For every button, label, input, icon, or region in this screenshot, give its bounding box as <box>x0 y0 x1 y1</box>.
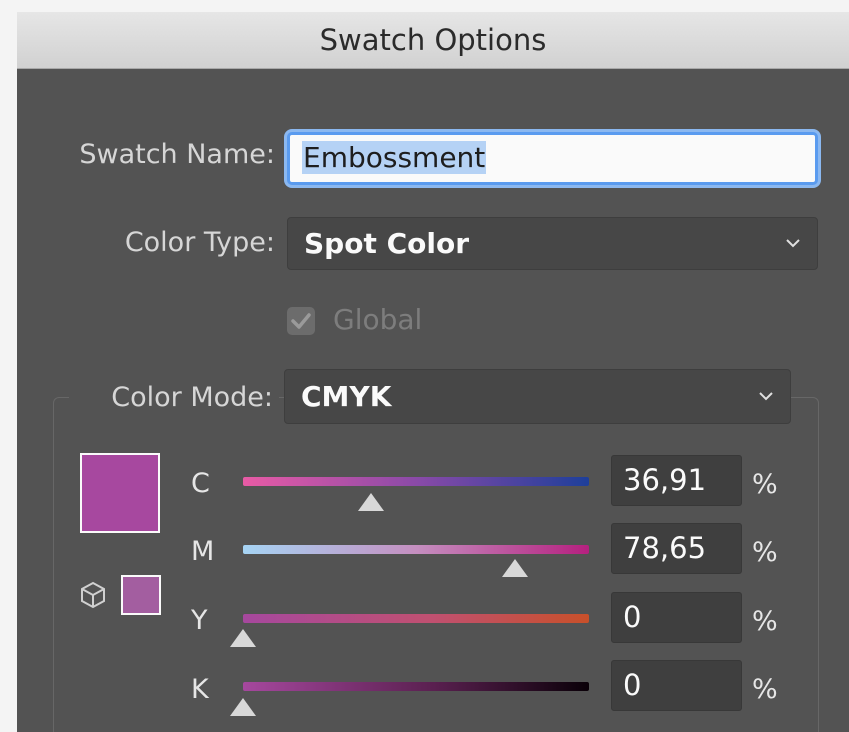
cyan-value-input[interactable]: 36,91 <box>611 455 742 506</box>
color-type-value: Spot Color <box>304 227 470 260</box>
cyan-percent-label: % <box>752 469 778 500</box>
dialog-title: Swatch Options <box>17 12 849 69</box>
yellow-slider-thumb[interactable] <box>230 629 256 647</box>
yellow-value-input[interactable]: 0 <box>611 592 742 643</box>
magenta-percent-label: % <box>752 537 778 568</box>
global-label: Global <box>333 303 423 336</box>
magenta-slider-track[interactable] <box>243 545 589 554</box>
black-slider-thumb[interactable] <box>230 698 256 716</box>
channel-label-k: K <box>191 674 209 705</box>
swatch-name-value: Embossment <box>302 141 487 174</box>
swatch-name-label: Swatch Name: <box>79 139 275 170</box>
checkmark-icon <box>291 313 311 329</box>
chevron-down-icon <box>786 238 800 247</box>
magenta-value-input[interactable]: 78,65 <box>611 523 742 574</box>
color-mode-label: Color Mode: <box>111 382 273 413</box>
cyan-slider-thumb[interactable] <box>357 493 384 511</box>
color-mode-select[interactable]: CMYK <box>284 369 791 424</box>
swatch-name-input[interactable]: Embossment <box>287 132 818 185</box>
color-type-select[interactable]: Spot Color <box>287 217 818 270</box>
swatch-options-dialog: Swatch Options Swatch Name: Embossment C… <box>17 12 849 732</box>
black-percent-label: % <box>752 674 778 705</box>
color-mode-value: CMYK <box>301 380 392 413</box>
black-slider-track[interactable] <box>243 682 589 691</box>
black-value-input[interactable]: 0 <box>611 660 742 711</box>
channel-label-m: M <box>191 536 215 567</box>
global-checkbox[interactable] <box>287 307 315 335</box>
in-gamut-swatch[interactable] <box>121 575 161 615</box>
yellow-slider-track[interactable] <box>243 614 589 623</box>
channel-label-y: Y <box>191 605 208 636</box>
color-type-label: Color Type: <box>124 227 275 258</box>
channel-label-c: C <box>191 468 210 499</box>
gamut-cube-icon[interactable] <box>79 580 107 610</box>
yellow-percent-label: % <box>752 606 778 637</box>
magenta-slider-thumb[interactable] <box>502 559 529 577</box>
cyan-slider-track[interactable] <box>243 477 589 486</box>
color-preview-swatch <box>80 453 160 533</box>
chevron-down-icon <box>759 391 773 400</box>
